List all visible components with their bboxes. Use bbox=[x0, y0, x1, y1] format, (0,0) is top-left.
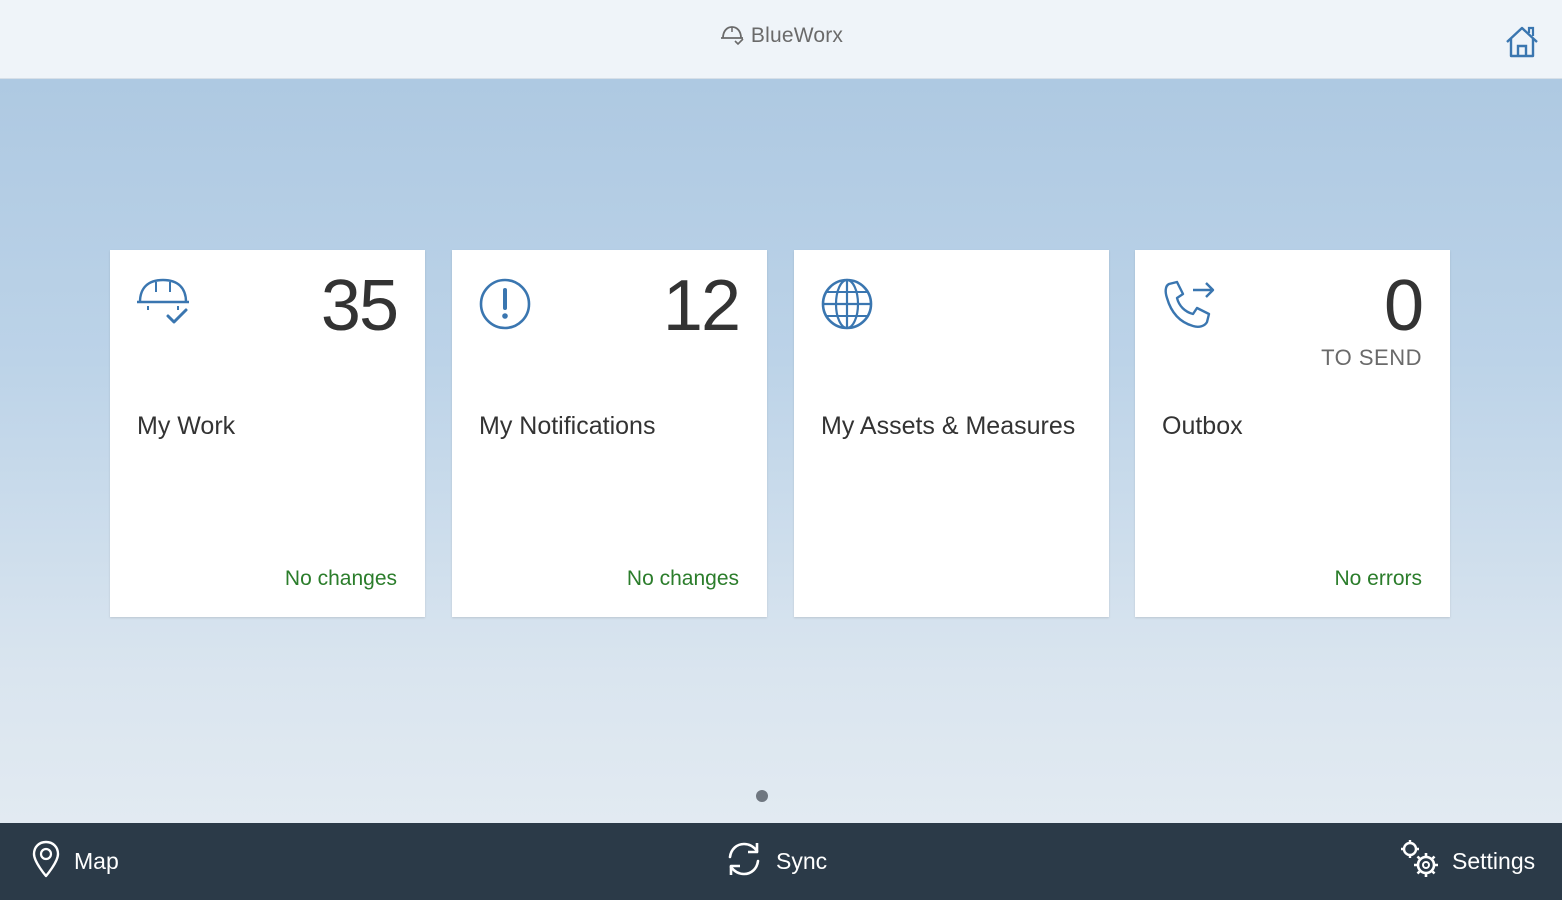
app-root: BlueWorx 35 My Work No changes 12 My Not… bbox=[0, 0, 1562, 900]
tile-title: My Assets & Measures bbox=[821, 412, 1076, 440]
header-bar: BlueWorx bbox=[0, 0, 1562, 79]
app-name: BlueWorx bbox=[750, 24, 844, 47]
hard-hat-icon bbox=[719, 24, 745, 52]
tile-status: No changes bbox=[626, 567, 739, 590]
map-pin-icon bbox=[30, 840, 62, 884]
tile-count: 12 bbox=[662, 266, 741, 346]
tile-container: 35 My Work No changes 12 My Notification… bbox=[110, 250, 1451, 618]
home-icon bbox=[1502, 26, 1542, 66]
gears-icon bbox=[1400, 839, 1440, 885]
home-button[interactable] bbox=[1502, 22, 1542, 62]
tile-count: 35 bbox=[320, 266, 399, 346]
tile-status: No errors bbox=[1334, 567, 1422, 590]
phone-forward-icon bbox=[1161, 276, 1217, 332]
sync-button[interactable]: Sync bbox=[724, 823, 827, 900]
tile-count: 0 bbox=[1383, 266, 1424, 346]
tile-status: No changes bbox=[284, 567, 397, 590]
globe-icon bbox=[820, 276, 876, 332]
footer-bar: Map Sync Settings bbox=[0, 823, 1562, 900]
app-brand: BlueWorx bbox=[0, 24, 1562, 52]
hard-hat-check-icon bbox=[136, 276, 192, 332]
tile-title: My Work bbox=[137, 412, 236, 440]
settings-label: Settings bbox=[1452, 848, 1536, 874]
map-button[interactable]: Map bbox=[30, 823, 119, 900]
tile-title: Outbox bbox=[1162, 412, 1243, 440]
settings-button[interactable]: Settings bbox=[1400, 823, 1535, 900]
tile-title: My Notifications bbox=[479, 412, 656, 440]
map-label: Map bbox=[74, 848, 119, 874]
tile-my-assets-measures[interactable]: My Assets & Measures bbox=[794, 250, 1109, 617]
tile-my-notifications[interactable]: 12 My Notifications No changes bbox=[452, 250, 767, 617]
alert-circle-icon bbox=[478, 276, 534, 332]
sync-icon bbox=[724, 839, 764, 885]
tile-outbox[interactable]: 0 TO SEND Outbox No errors bbox=[1135, 250, 1450, 617]
page-indicator-dot[interactable] bbox=[756, 790, 768, 802]
tile-my-work[interactable]: 35 My Work No changes bbox=[110, 250, 425, 617]
tile-unit: TO SEND bbox=[1321, 345, 1422, 370]
sync-label: Sync bbox=[776, 848, 828, 874]
